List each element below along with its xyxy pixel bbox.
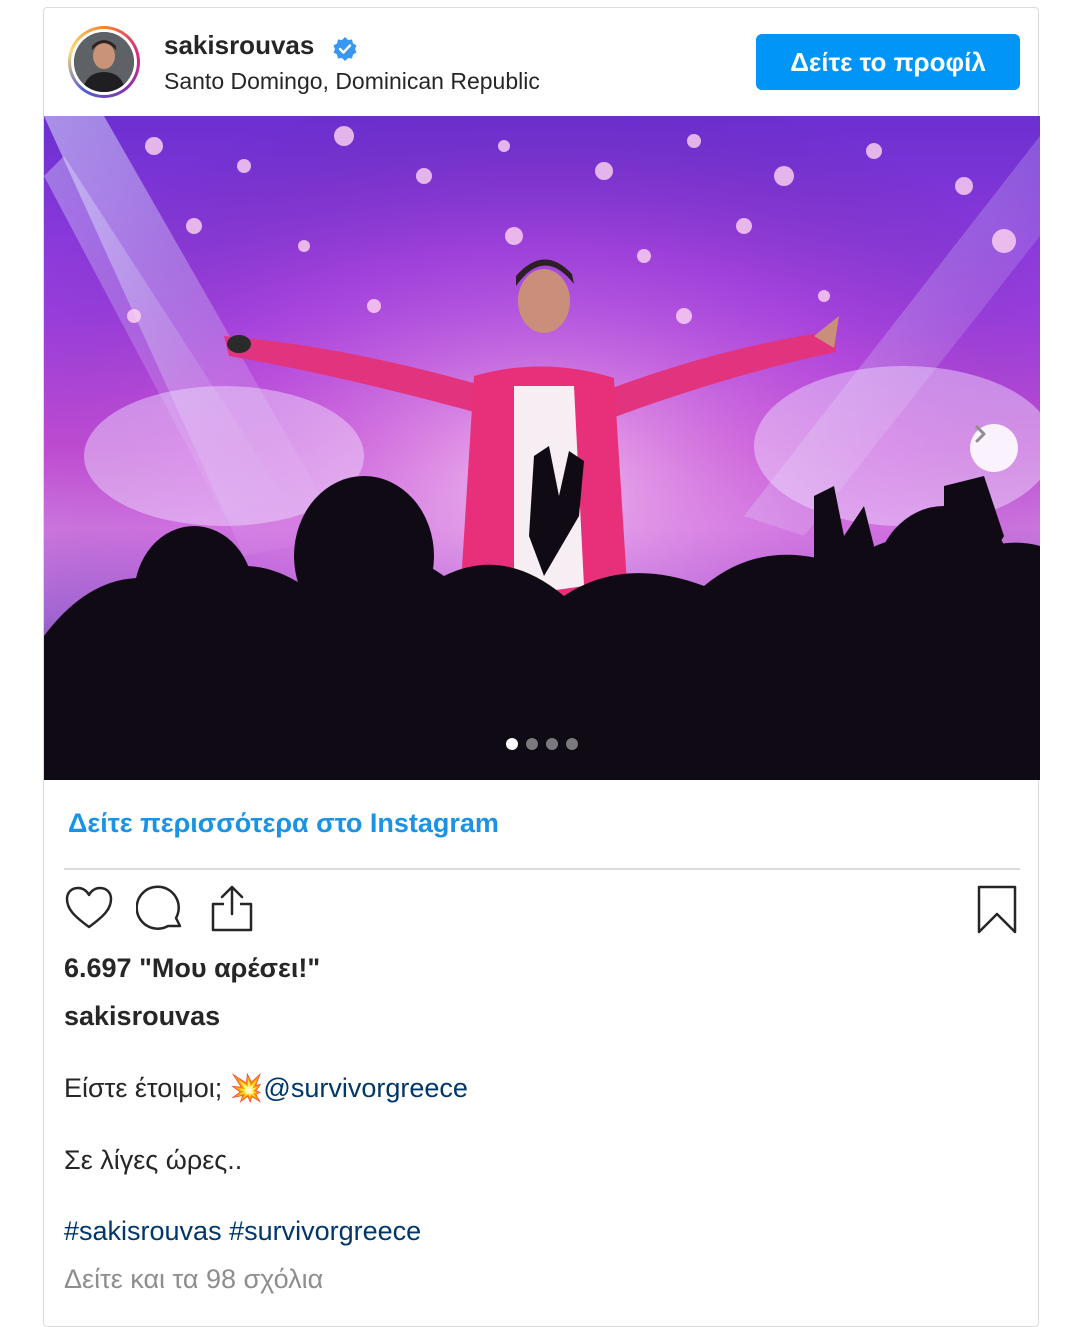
post-location[interactable]: Santo Domingo, Dominican Republic (164, 68, 540, 95)
view-profile-button[interactable]: Δείτε το προφίλ (756, 34, 1020, 90)
hashtag-link[interactable]: #survivorgreece (229, 1216, 421, 1246)
like-button[interactable] (64, 884, 114, 939)
chevron-right-icon (975, 425, 986, 443)
bookmark-icon (977, 885, 1017, 934)
explosion-emoji: 💥 (229, 1073, 264, 1103)
divider (64, 868, 1020, 870)
avatar[interactable] (68, 26, 140, 98)
carousel-dot (526, 738, 538, 750)
hashtag-link[interactable]: #sakisrouvas (64, 1216, 222, 1246)
comment-icon (135, 885, 182, 930)
post-header: sakisrouvas Santo Domingo, Dominican Rep… (44, 8, 1038, 116)
caption-line: Είστε έτοιμοι; 💥@survivorgreece (64, 1072, 468, 1104)
avatar-photo (74, 32, 134, 92)
likes-count[interactable]: 6.697 "Μου αρέσει!" (64, 953, 320, 984)
carousel-dot (566, 738, 578, 750)
carousel-dot-active (506, 738, 518, 750)
view-comments-link[interactable]: Δείτε και τα 98 σχόλια (64, 1264, 323, 1295)
caption-line: Σε λίγες ώρες.. (64, 1145, 243, 1175)
comment-button[interactable] (135, 884, 186, 939)
save-button[interactable] (974, 884, 1020, 941)
concert-photo (44, 116, 1040, 780)
view-more-on-instagram-link[interactable]: Δείτε περισσότερα στο Instagram (68, 808, 499, 839)
hashtags: #sakisrouvas #survivorgreece (64, 1216, 421, 1247)
mention-link[interactable]: @survivorgreece (263, 1073, 467, 1103)
verified-badge-icon (333, 37, 357, 61)
post-photo[interactable] (44, 116, 1040, 780)
share-button[interactable] (207, 884, 257, 939)
share-icon (211, 885, 253, 932)
caption-text: Είστε έτοιμοι; (64, 1073, 230, 1103)
caption-username[interactable]: sakisrouvas (64, 1001, 220, 1032)
carousel-indicator (506, 738, 578, 750)
carousel-next-button[interactable] (970, 424, 1018, 472)
carousel-dot (546, 738, 558, 750)
header-username[interactable]: sakisrouvas (164, 30, 314, 61)
heart-icon (65, 886, 113, 929)
instagram-embed-card: sakisrouvas Santo Domingo, Dominican Rep… (43, 7, 1040, 1327)
